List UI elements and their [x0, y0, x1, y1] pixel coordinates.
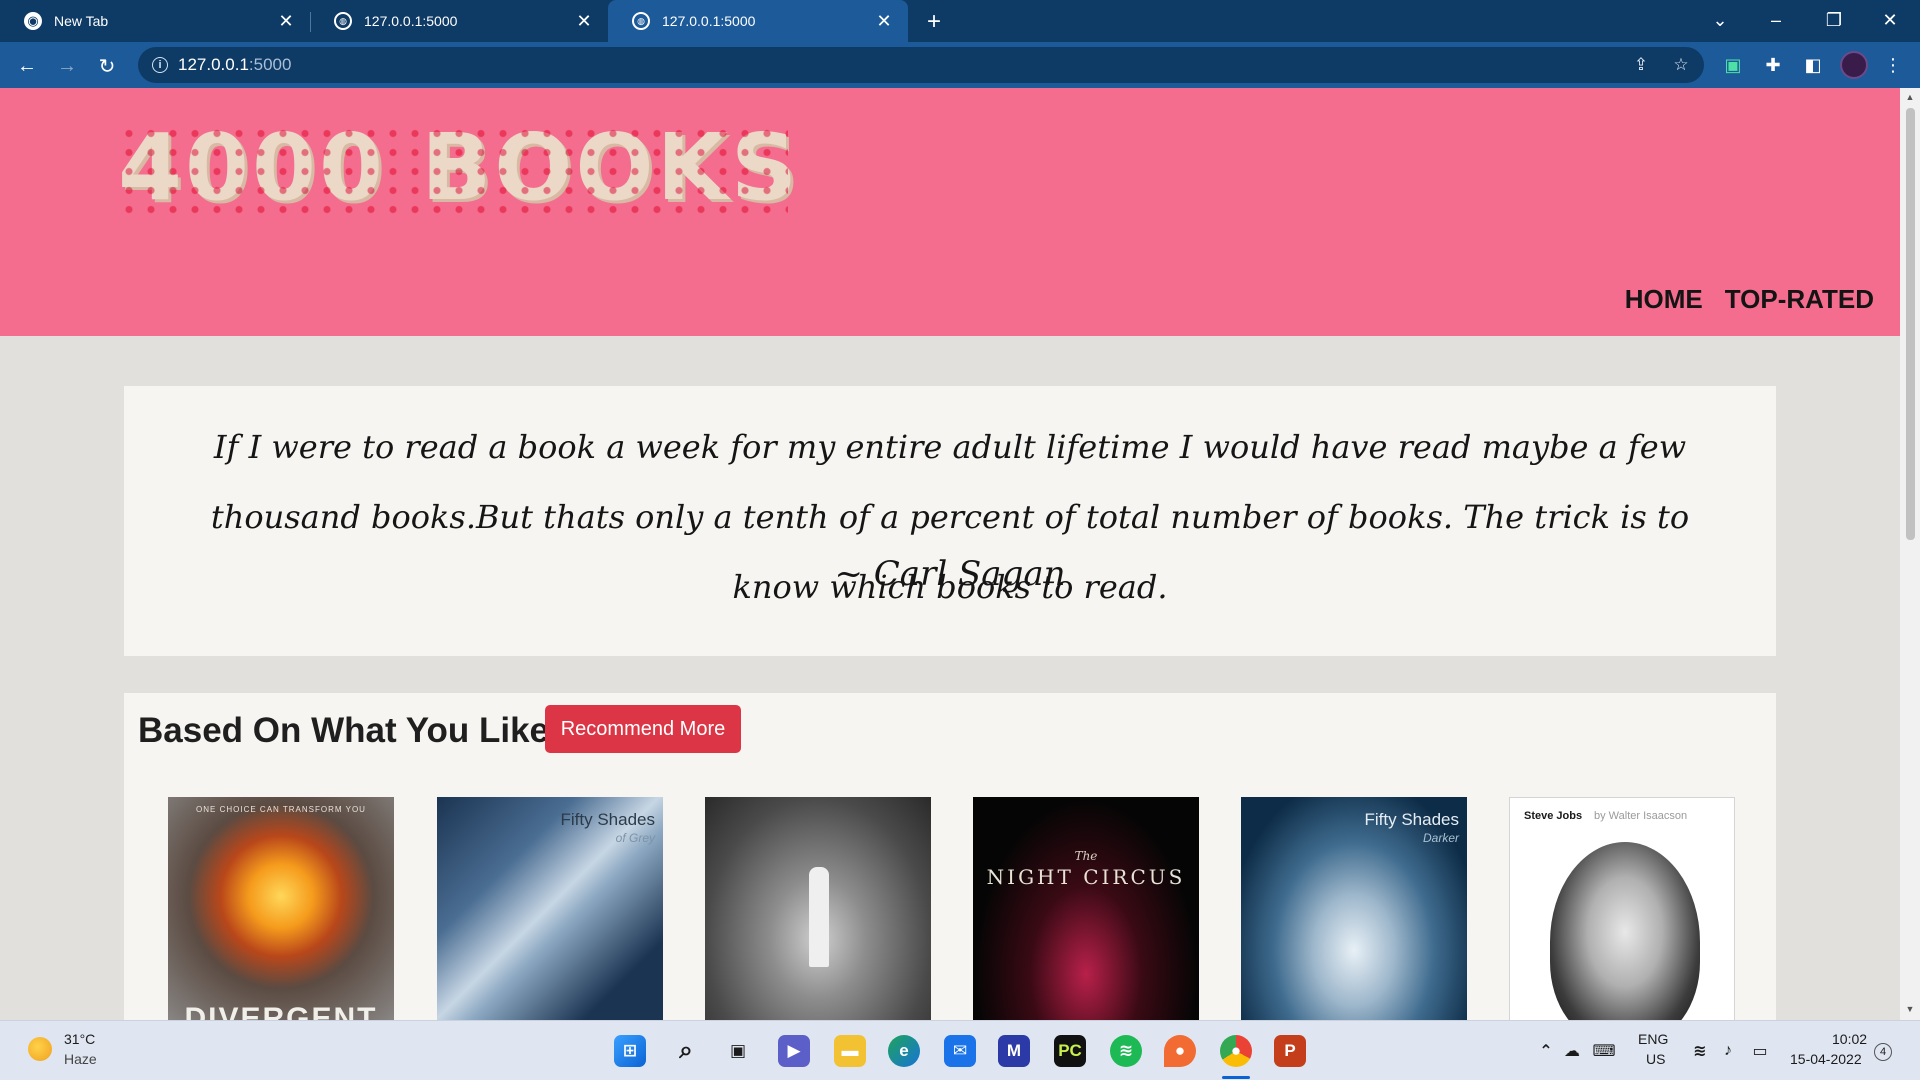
- site-header: 4000 BOOKS HOME TOP-RATED: [0, 88, 1900, 336]
- book-cover-title: NIGHT CIRCUS: [986, 865, 1186, 889]
- weather-description[interactable]: Haze: [64, 1051, 97, 1067]
- powerpoint-icon[interactable]: P: [1274, 1035, 1306, 1067]
- recommendations-heading: Based On What You Like: [138, 711, 549, 750]
- browser-toolbar: ← → ↻ i 127.0.0.1:5000 ⇪ ☆ ▣ ✚ ◧ ⋮: [0, 42, 1920, 88]
- info-icon[interactable]: i: [152, 57, 168, 73]
- globe-icon: ◍: [334, 12, 352, 30]
- tab-localhost-1[interactable]: ◍ 127.0.0.1:5000 ✕: [310, 0, 608, 42]
- book-cover-divergent[interactable]: ONE CHOICE CAN TRANSFORM YOU DIVERGENT: [168, 797, 394, 1020]
- minimize-button[interactable]: –: [1756, 6, 1796, 34]
- tab-search-icon[interactable]: ⌄: [1700, 6, 1740, 34]
- site-logo[interactable]: 4000 BOOKS: [118, 114, 800, 221]
- browser-tab-strip: ◉ New Tab ✕ ◍ 127.0.0.1:5000 ✕ ◍ 127.0.0…: [0, 0, 1920, 42]
- book-cover-title: Fifty Shades of Grey: [560, 810, 656, 846]
- recommendations-section: Based On What You Like Recommend More ON…: [124, 693, 1776, 1020]
- book-subtitle: Darker: [1422, 831, 1459, 845]
- tab-new-tab[interactable]: ◉ New Tab ✕: [0, 0, 310, 42]
- battery-icon[interactable]: ▭: [1744, 1035, 1776, 1067]
- book-cover-night-circus[interactable]: NIGHT CIRCUS The: [973, 797, 1199, 1020]
- scroll-thumb[interactable]: [1906, 108, 1915, 540]
- scroll-down-arrow-icon[interactable]: ▼: [1905, 1004, 1915, 1014]
- tab-title: 127.0.0.1:5000: [662, 13, 756, 29]
- book-author: by Walter Isaacson: [1594, 810, 1688, 822]
- page-scrollbar[interactable]: ▲ ▼: [1900, 88, 1920, 1020]
- tab-title: 127.0.0.1:5000: [364, 13, 458, 29]
- url-port: :5000: [248, 55, 292, 74]
- keyboard-icon[interactable]: ⌨: [1588, 1035, 1620, 1067]
- girl-figure-illustration: [809, 867, 829, 967]
- page-viewport: 4000 BOOKS HOME TOP-RATED If I were to r…: [0, 88, 1900, 1020]
- book-tagline: The: [1074, 849, 1098, 863]
- close-window-button[interactable]: ✕: [1870, 6, 1910, 34]
- quote-author: ~ Carl Sagan: [834, 554, 1066, 594]
- side-panel-icon[interactable]: ◧: [1800, 52, 1826, 78]
- book-tagline: ONE CHOICE CAN TRANSFORM YOU: [196, 805, 366, 814]
- onedrive-cloud-icon[interactable]: ☁: [1556, 1035, 1588, 1067]
- close-tab-icon[interactable]: ✕: [276, 11, 296, 31]
- book-cover-steve-jobs[interactable]: Steve Jobs by Walter Isaacson: [1509, 797, 1735, 1020]
- extension-icon[interactable]: ▣: [1720, 52, 1746, 78]
- star-icon[interactable]: ☆: [1670, 54, 1692, 76]
- new-tab-button[interactable]: +: [920, 8, 948, 36]
- menu-kebab-icon[interactable]: ⋮: [1880, 52, 1906, 78]
- spotify-icon[interactable]: ≋: [1110, 1035, 1142, 1067]
- code-editor-icon[interactable]: M: [998, 1035, 1030, 1067]
- file-explorer-icon[interactable]: ▬: [834, 1035, 866, 1067]
- clock-date[interactable]: 15-04-2022: [1790, 1051, 1862, 1067]
- nav-home-link[interactable]: HOME: [1625, 284, 1703, 315]
- book-cover-title: DIVERGENT: [184, 1002, 378, 1020]
- mail-icon[interactable]: ✉: [944, 1035, 976, 1067]
- quote-card: If I were to read a book a week for my e…: [124, 386, 1776, 656]
- language-code[interactable]: ENG: [1638, 1031, 1668, 1047]
- site-nav: HOME TOP-RATED: [1625, 284, 1874, 315]
- chrome-taskbar-icon[interactable]: ●: [1220, 1035, 1252, 1067]
- address-bar[interactable]: i 127.0.0.1:5000 ⇪ ☆: [138, 47, 1704, 83]
- share-icon[interactable]: ⇪: [1630, 54, 1652, 76]
- url-host: 127.0.0.1: [178, 55, 249, 74]
- clock-time[interactable]: 10:02: [1832, 1031, 1867, 1047]
- close-tab-icon[interactable]: ✕: [574, 11, 594, 31]
- start-menu-icon[interactable]: ⊞: [614, 1035, 646, 1067]
- book-cover-title: Steve Jobs: [1524, 810, 1583, 822]
- pycharm-icon[interactable]: PC: [1054, 1035, 1086, 1067]
- language-region[interactable]: US: [1646, 1051, 1665, 1067]
- forward-button[interactable]: →: [52, 51, 82, 81]
- active-app-indicator: [1222, 1076, 1250, 1079]
- profile-avatar[interactable]: [1840, 51, 1868, 79]
- globe-icon: ◍: [632, 12, 650, 30]
- book-cover-fifty-shades-of-grey[interactable]: Fifty Shades of Grey: [437, 797, 663, 1020]
- windows-taskbar: 31°C Haze ⊞ ⌕ ▣ ▶ ▬ e ✉ M PC ≋ ● ● P ⌃ ☁…: [0, 1020, 1920, 1080]
- tab-localhost-active[interactable]: ◍ 127.0.0.1:5000 ✕: [608, 0, 908, 42]
- weather-temperature[interactable]: 31°C: [64, 1031, 95, 1047]
- portrait-illustration: [1550, 842, 1700, 1020]
- close-tab-icon[interactable]: ✕: [874, 11, 894, 31]
- weather-sun-icon[interactable]: [28, 1037, 52, 1061]
- book-cover-fifty-shades-darker[interactable]: Fifty Shades Darker: [1241, 797, 1467, 1020]
- nav-top-rated-link[interactable]: TOP-RATED: [1725, 284, 1874, 315]
- chrome-icon: ◉: [24, 12, 42, 30]
- notification-badge[interactable]: 4: [1874, 1043, 1892, 1061]
- back-button[interactable]: ←: [12, 51, 42, 81]
- tab-title: New Tab: [54, 13, 109, 29]
- edge-browser-icon[interactable]: e: [888, 1035, 920, 1067]
- task-view-icon[interactable]: ▣: [722, 1035, 754, 1067]
- search-icon[interactable]: ⌕: [670, 1035, 702, 1067]
- recommend-more-button[interactable]: Recommend More: [545, 705, 741, 753]
- book-cover-title: Fifty Shades Darker: [1364, 810, 1460, 846]
- reload-button[interactable]: ↻: [92, 51, 122, 81]
- book-subtitle: of Grey: [615, 831, 655, 845]
- restore-button[interactable]: ❐: [1814, 6, 1854, 34]
- volume-icon[interactable]: ♪: [1712, 1035, 1744, 1067]
- location-app-icon[interactable]: ●: [1164, 1035, 1196, 1067]
- scroll-up-arrow-icon[interactable]: ▲: [1905, 92, 1915, 102]
- puzzle-icon[interactable]: ✚: [1760, 52, 1786, 78]
- book-cover-peregrine[interactable]: [705, 797, 931, 1020]
- teams-chat-icon[interactable]: ▶: [778, 1035, 810, 1067]
